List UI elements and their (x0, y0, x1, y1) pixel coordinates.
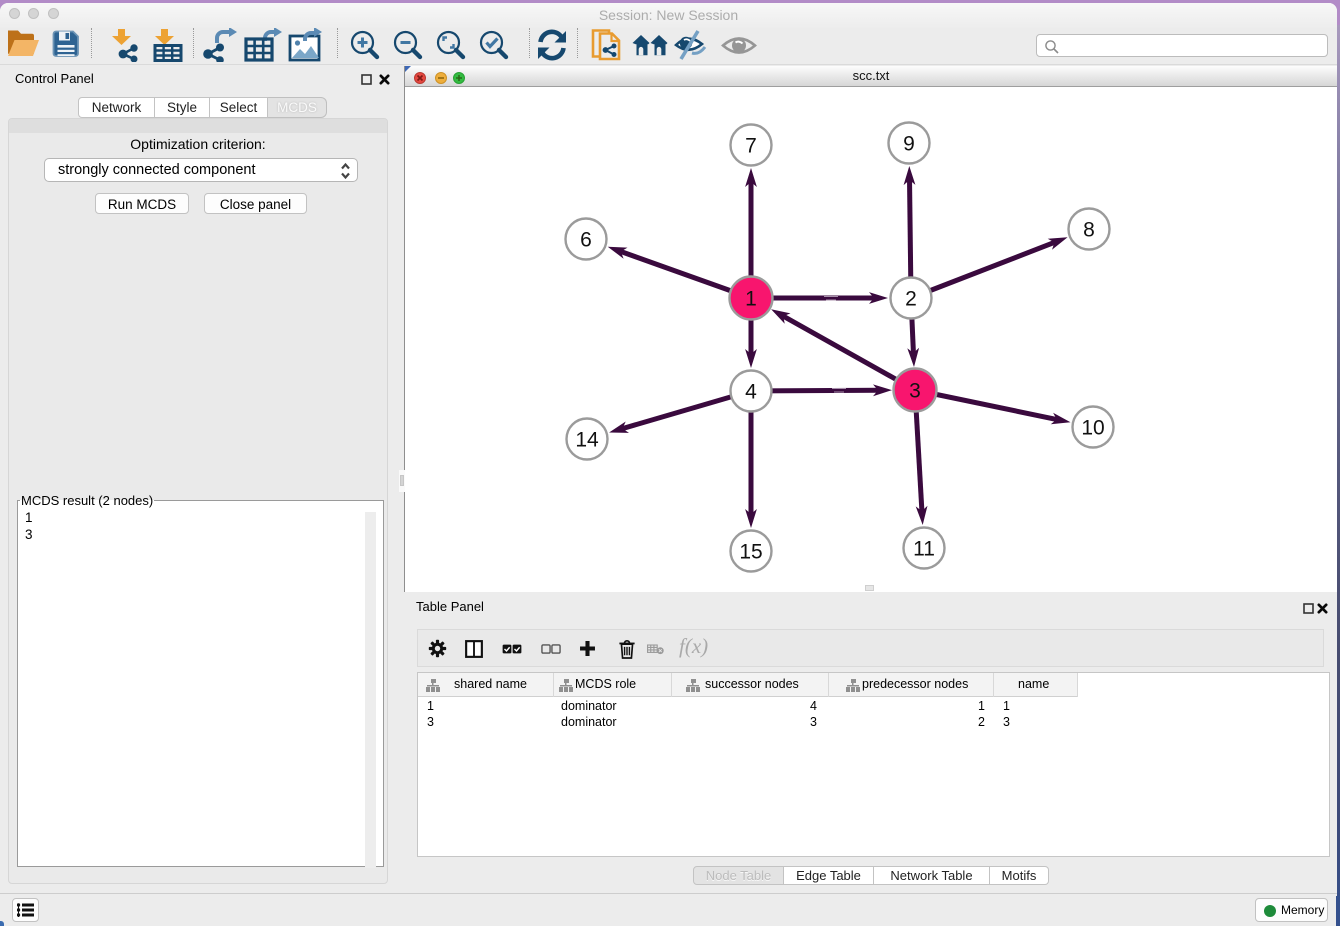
svg-text:6: 6 (580, 229, 592, 252)
svg-text:3: 3 (909, 380, 921, 403)
svg-text:9: 9 (903, 133, 915, 156)
svg-text:1: 1 (745, 288, 757, 311)
svg-text:15: 15 (739, 541, 762, 564)
svg-text:8: 8 (1083, 219, 1095, 242)
svg-text:11: 11 (913, 538, 935, 561)
svg-text:4: 4 (745, 381, 757, 404)
svg-text:10: 10 (1081, 417, 1104, 440)
svg-text:7: 7 (745, 135, 757, 158)
svg-text:2: 2 (905, 288, 917, 311)
svg-text:14: 14 (575, 429, 599, 452)
